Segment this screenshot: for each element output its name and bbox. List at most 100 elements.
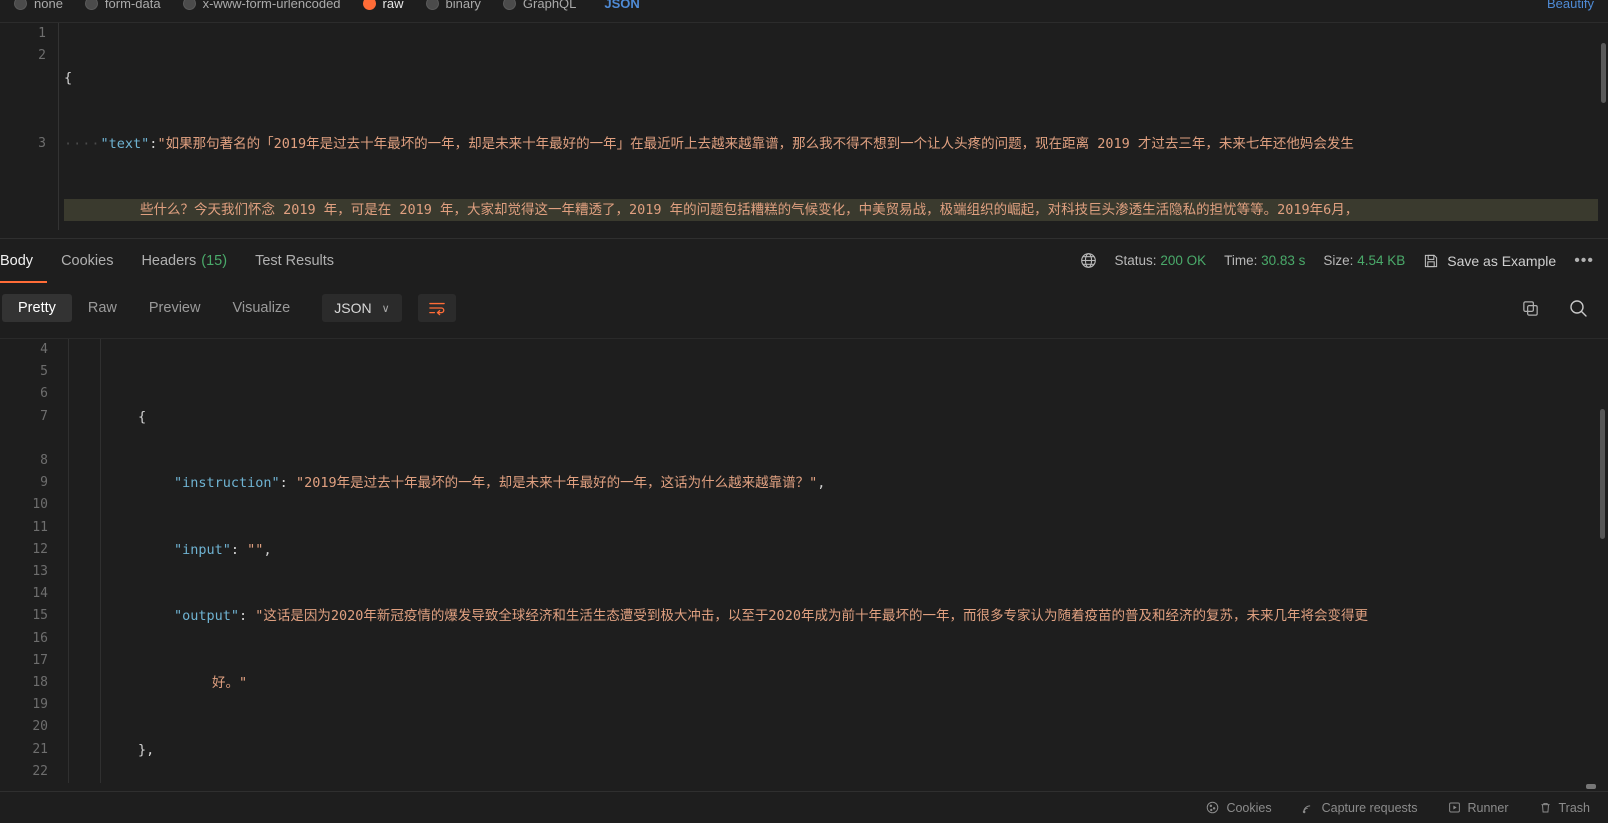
response-line-number: 4 bbox=[40, 342, 48, 357]
body-type-urlencoded-label: x-www-form-urlencoded bbox=[202, 0, 341, 11]
time-value: 30.83 s bbox=[1261, 253, 1306, 268]
request-editor-scrollbar[interactable] bbox=[1601, 43, 1606, 103]
body-type-binary[interactable]: binary bbox=[425, 0, 481, 11]
horizontal-scroll-track[interactable] bbox=[0, 783, 1608, 791]
response-line-number: 16 bbox=[32, 630, 48, 646]
response-line-number: 8 bbox=[40, 453, 48, 469]
size-value: 4.54 KB bbox=[1357, 253, 1406, 268]
word-wrap-toggle[interactable] bbox=[417, 294, 456, 322]
response-tool-icons bbox=[1521, 298, 1608, 318]
json-comma: , bbox=[263, 541, 272, 558]
request-body-editor[interactable]: 1 2 3 { ····"text":"如果那句著名的「2019年是过去十年最坏… bbox=[0, 22, 1608, 230]
size-label: Size: bbox=[1323, 253, 1354, 268]
response-line-number: 14 bbox=[32, 586, 48, 602]
time-label: Time: bbox=[1224, 253, 1258, 268]
radio-graphql-icon[interactable] bbox=[502, 0, 516, 10]
globe-icon[interactable] bbox=[1080, 252, 1097, 269]
response-line-number: 18 bbox=[32, 675, 48, 691]
save-as-example-button[interactable]: Save as Example bbox=[1423, 253, 1556, 269]
request-code-content[interactable]: { ····"text":"如果那句著名的「2019年是过去十年最坏的一年，却是… bbox=[64, 23, 1598, 230]
search-icon[interactable] bbox=[1568, 298, 1588, 318]
response-body-scrollbar[interactable] bbox=[1600, 409, 1605, 539]
beautify-button[interactable]: Beautify bbox=[1547, 0, 1594, 14]
body-format-selector[interactable]: JSON bbox=[604, 0, 639, 11]
response-line-7-wrap: 好。" bbox=[108, 672, 1594, 694]
tab-headers[interactable]: Headers (15) bbox=[127, 239, 241, 283]
body-type-graphql-label: GraphQL bbox=[522, 0, 577, 11]
json-key-output: "output" bbox=[174, 608, 240, 625]
body-type-graphql[interactable]: GraphQL bbox=[502, 0, 577, 11]
request-line-2: ····"text":"如果那句著名的「2019年是过去十年最坏的一年，却是未来… bbox=[64, 133, 1598, 155]
status-code-item[interactable]: Status: 200 OK bbox=[1115, 253, 1207, 268]
json-key-input: "input" bbox=[174, 541, 231, 558]
view-raw[interactable]: Raw bbox=[72, 294, 133, 322]
response-view-toolbar: Pretty Raw Preview Visualize JSON ∨ bbox=[0, 286, 1608, 330]
tab-body[interactable]: Body bbox=[0, 239, 48, 283]
view-visualize[interactable]: Visualize bbox=[216, 294, 306, 322]
response-line-number: 10 bbox=[32, 497, 48, 513]
response-line-number: 11 bbox=[32, 519, 48, 535]
response-body-viewer[interactable]: 4 5 6 7 8 9 10 11 12 13 14 15 16 17 18 1… bbox=[0, 338, 1608, 786]
radio-urlencoded-icon[interactable] bbox=[182, 0, 196, 10]
body-type-form-data[interactable]: form-data bbox=[84, 0, 161, 11]
body-type-raw[interactable]: raw bbox=[362, 0, 404, 11]
trash-icon bbox=[1539, 801, 1552, 814]
view-pretty[interactable]: Pretty bbox=[2, 294, 72, 322]
radio-binary-icon[interactable] bbox=[425, 0, 439, 10]
indent-guide: ···· bbox=[64, 136, 101, 152]
status-trash-button[interactable]: Trash bbox=[1539, 801, 1590, 815]
json-colon: : bbox=[239, 608, 256, 625]
response-line-7: "output": "这话是因为2020年新冠疫情的爆发导致全球经济和生活生态遭… bbox=[108, 605, 1594, 627]
response-gutter-divider-1 bbox=[68, 339, 69, 786]
response-format-dropdown[interactable]: JSON ∨ bbox=[322, 294, 402, 322]
tab-cookies[interactable]: Cookies bbox=[47, 239, 127, 283]
status-cookies-label: Cookies bbox=[1226, 800, 1272, 815]
response-time-item[interactable]: Time: 30.83 s bbox=[1224, 253, 1305, 268]
app-status-bar: Cookies Capture requests Runner Trash bbox=[0, 791, 1608, 823]
json-value-input: "" bbox=[247, 541, 264, 558]
response-size-item[interactable]: Size: 4.54 KB bbox=[1323, 253, 1405, 268]
copy-icon[interactable] bbox=[1521, 299, 1540, 318]
status-cookies-button[interactable]: Cookies bbox=[1206, 800, 1272, 815]
satellite-icon bbox=[1302, 801, 1315, 814]
response-status-group: Status: 200 OK Time: 30.83 s Size: 4.54 … bbox=[1080, 252, 1608, 270]
body-type-none-label: none bbox=[34, 0, 63, 11]
tab-body-label: Body bbox=[0, 252, 34, 269]
response-line-6: "input": "", bbox=[108, 539, 1594, 561]
chevron-down-icon: ∨ bbox=[381, 302, 390, 315]
tab-cookies-label: Cookies bbox=[61, 252, 114, 269]
response-line-number: 7 bbox=[40, 408, 48, 424]
json-open-brace: { bbox=[138, 408, 147, 425]
response-overflow-menu[interactable]: ••• bbox=[1574, 252, 1594, 270]
body-type-urlencoded[interactable]: x-www-form-urlencoded bbox=[182, 0, 341, 11]
status-capture-requests-label: Capture requests bbox=[1321, 800, 1418, 815]
horizontal-scroll-thumb[interactable] bbox=[1586, 784, 1596, 789]
response-line-number: 12 bbox=[32, 541, 48, 557]
json-colon: : bbox=[279, 475, 296, 492]
request-line-number: 1 bbox=[38, 26, 46, 41]
cookie-icon bbox=[1206, 801, 1219, 814]
json-value-text-part2: 些什么？今天我们怀念 2019 年，可是在 2019 年，大家却觉得这一年糟透了… bbox=[140, 202, 1359, 218]
request-line-number: 2 bbox=[38, 48, 46, 63]
response-code-content[interactable]: { "instruction": "2019年是过去十年最坏的一年，却是未来十年… bbox=[108, 339, 1594, 786]
response-line-8: }, bbox=[108, 739, 1594, 761]
radio-none-icon[interactable] bbox=[14, 0, 27, 10]
response-line-4: { bbox=[108, 406, 1594, 428]
response-line-number: 6 bbox=[40, 386, 48, 402]
response-format-label: JSON bbox=[334, 300, 372, 316]
status-capture-requests-button[interactable]: Capture requests bbox=[1302, 801, 1418, 815]
body-type-form-data-label: form-data bbox=[104, 0, 161, 11]
response-line-number: 9 bbox=[40, 475, 48, 491]
view-preview[interactable]: Preview bbox=[133, 294, 217, 322]
json-close-brace-comma: }, bbox=[138, 741, 155, 758]
tab-test-results[interactable]: Test Results bbox=[241, 239, 348, 283]
radio-raw-icon[interactable] bbox=[362, 0, 376, 10]
tab-test-results-label: Test Results bbox=[255, 252, 335, 269]
radio-form-data-icon[interactable] bbox=[84, 0, 98, 10]
body-type-none[interactable]: none bbox=[14, 0, 63, 11]
json-open-brace: { bbox=[64, 70, 73, 86]
json-value-output-cont: 好。" bbox=[212, 675, 248, 692]
status-runner-button[interactable]: Runner bbox=[1448, 801, 1509, 815]
request-gutter: 1 2 3 bbox=[0, 23, 58, 230]
gutter-divider bbox=[58, 23, 59, 230]
